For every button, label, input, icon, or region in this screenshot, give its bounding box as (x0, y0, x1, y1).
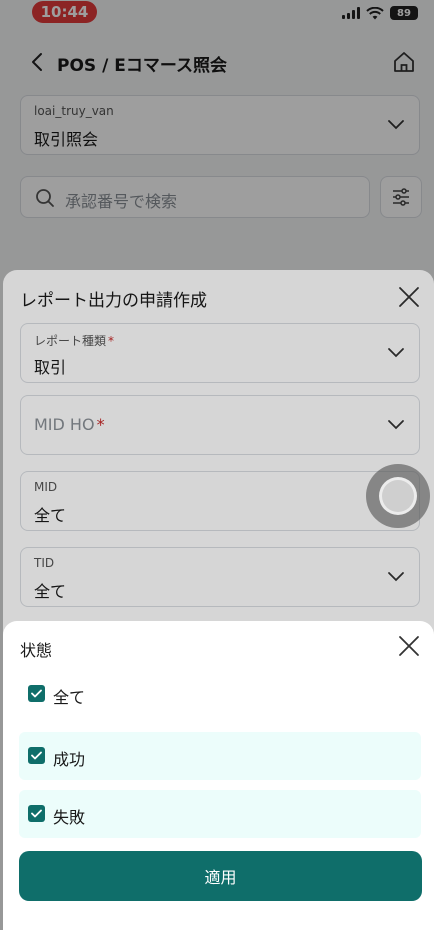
touch-indicator (366, 464, 430, 528)
check-icon (31, 809, 42, 818)
status-option-label: 全て (53, 688, 86, 707)
status-option-failed[interactable]: 失敗 (19, 790, 421, 838)
status-option-all[interactable]: 全て (19, 670, 421, 718)
check-icon (31, 751, 42, 760)
check-icon (31, 689, 42, 698)
status-option-label: 失敗 (53, 808, 86, 827)
checkbox-checked-icon[interactable] (28, 685, 45, 702)
apply-button[interactable]: 適用 (19, 851, 422, 901)
checkbox-checked-icon[interactable] (28, 747, 45, 764)
checkbox-checked-icon[interactable] (28, 805, 45, 822)
status-option-label: 成功 (53, 750, 86, 769)
status-sheet-title: 状態 (20, 641, 53, 660)
touch-indicator-dot (379, 477, 417, 515)
status-filter-sheet: 状態 全て 成功 失敗 適用 (3, 621, 434, 930)
close-icon[interactable] (398, 635, 420, 657)
status-option-success[interactable]: 成功 (19, 732, 421, 780)
